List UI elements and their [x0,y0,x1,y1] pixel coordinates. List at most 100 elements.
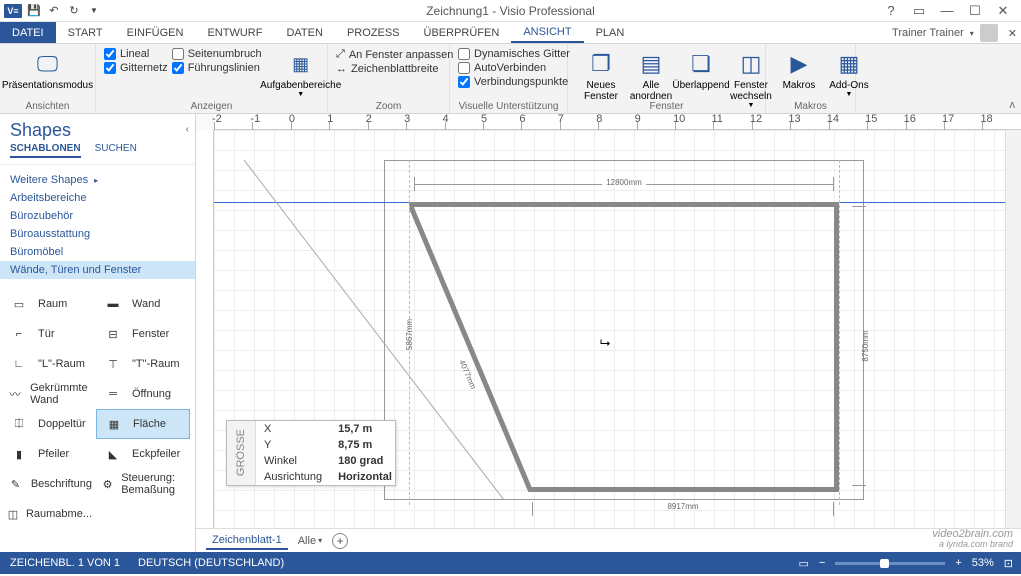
maximize-icon[interactable]: ☐ [965,3,985,19]
dynamic-grid-checkbox[interactable]: Dynamisches Gitter [458,48,570,60]
shape--t-raum[interactable]: ⊤"T"-Raum [96,349,190,379]
avatar[interactable] [980,24,998,42]
tab-start[interactable]: START [56,22,115,43]
macros-button[interactable]: ▶Makros [774,46,824,93]
ruler-checkbox[interactable]: Lineal [104,48,168,60]
watermark: video2brain.com a lynda.com brand [932,528,1013,550]
zoom-in-icon[interactable]: + [955,557,961,569]
user-name[interactable]: Trainer Trainer [892,27,964,39]
redo-icon[interactable]: ↻ [66,3,82,19]
collapse-ribbon-icon[interactable]: ʌ [1010,99,1016,111]
fullscreen-icon[interactable]: ▭ [798,557,808,570]
tab-view[interactable]: ANSICHT [511,22,583,43]
size-position-window[interactable]: GRÖSSE X15,7 m Y8,75 m Winkel180 grad Au… [226,420,396,486]
tab-plan[interactable]: PLAN [584,22,637,43]
add-sheet-button[interactable]: + [332,533,348,549]
group-views-label: Ansichten [0,101,95,112]
shape-label: Gekrümmte Wand [30,382,92,406]
arrange-icon: ▤ [635,48,667,80]
grid-checkbox[interactable]: Gitternetz [104,62,168,74]
shape-fenster[interactable]: ⊟Fenster [96,319,190,349]
shape--ffnung[interactable]: ═Öffnung [96,379,190,409]
category-item[interactable]: Bürozubehör [0,207,195,225]
new-window-button[interactable]: ❐Neues Fenster [576,46,626,104]
autoconnect-checkbox[interactable]: AutoVerbinden [458,62,570,74]
presentation-mode-button[interactable]: 🖵 Präsentationsmodus [8,46,87,93]
fit-window-button[interactable]: ⤢An Fenster anpassen [336,48,453,61]
zoom-out-icon[interactable]: − [819,557,825,569]
shape-eckpfeiler[interactable]: ◣Eckpfeiler [96,439,190,469]
shape-icon: ═ [100,384,126,404]
group-window-label: Fenster [568,101,765,112]
switch-icon: ◫ [735,48,767,80]
arrange-all-button[interactable]: ▤Alle anordnen [626,46,676,104]
cascade-button[interactable]: ❏Überlappend [676,46,726,93]
shape-wand[interactable]: ▬Wand [96,289,190,319]
shape-label: Eckpfeiler [132,448,180,460]
close-icon[interactable]: ✕ [993,3,1013,19]
shape--l-raum[interactable]: ∟"L"-Raum [2,349,96,379]
qat-dropdown-icon[interactable]: ▼ [86,3,102,19]
category-item[interactable]: Büroausstattung [0,225,195,243]
zoom-level[interactable]: 53% [972,557,994,569]
shape-raum[interactable]: ▭Raum [2,289,96,319]
shapes-collapse-icon[interactable]: ‹ [186,124,189,135]
taskpanes-button[interactable]: ▦ Aufgabenbereiche ▼ [266,46,336,100]
shape-gekr-mmte-wand[interactable]: 〰Gekrümmte Wand [2,379,96,409]
sheet-tab-1[interactable]: Zeichenblatt-1 [206,532,288,550]
shape-icon: ⊤ [100,354,126,374]
fit-page-icon[interactable]: ⊡ [1004,557,1013,570]
shape-label: Beschriftung [31,478,92,490]
shape-t-r[interactable]: ⌐Tür [2,319,96,349]
shape-beschriftung[interactable]: ✎Beschriftung [2,469,96,499]
pagebreaks-checkbox[interactable]: Seitenumbruch [172,48,262,60]
document-title: Zeichnung1 - Visio Professional [426,4,595,18]
undo-icon[interactable]: ↶ [46,3,62,19]
sheets-all-dropdown[interactable]: Alle▾ [298,535,322,547]
category-item-walls[interactable]: Wände, Türen und Fenster [0,261,195,279]
language-indicator[interactable]: DEUTSCH (DEUTSCHLAND) [138,557,284,569]
tab-data[interactable]: DATEN [274,22,334,43]
zoom-slider[interactable] [835,562,945,565]
group-zoom-label: Zoom [328,101,449,112]
drawing-canvas[interactable]: 12800mm 8750mm 8917mm 5867mm 4077mm ⮡ GR… [214,130,1005,528]
shape-steuerung-bema-ung[interactable]: ⚙Steuerung: Bemaßung [96,469,190,499]
dimension-bottom: 8917mm [532,502,834,516]
shape-pfeiler[interactable]: ▮Pfeiler [2,439,96,469]
shape-fl-che[interactable]: ▦Fläche [96,409,190,439]
page-width-button[interactable]: ↔Zeichenblattbreite [336,63,453,75]
connection-points-checkbox[interactable]: Verbindungspunkte [458,76,570,88]
shape-label: Raumabme... [26,508,92,520]
ribbon-tabs: DATEI START EINFÜGEN ENTWURF DATEN PROZE… [0,22,1021,44]
tab-design[interactable]: ENTWURF [195,22,274,43]
help-icon[interactable]: ? [881,3,901,19]
category-item[interactable]: Büromöbel [0,243,195,261]
close-doc-icon[interactable]: ✕ [1008,27,1017,40]
category-item[interactable]: Arbeitsbereiche [0,189,195,207]
tab-file[interactable]: DATEI [0,22,56,43]
minimize-icon[interactable]: — [937,3,957,19]
vertical-scrollbar[interactable] [1005,130,1021,528]
shape-label: Fläche [133,418,166,430]
shape-label: Doppeltür [38,418,86,430]
stencils-tab[interactable]: SCHABLONEN [10,143,81,158]
ribbon-options-icon[interactable]: ▭ [909,3,929,19]
sheet-tabs: Zeichenblatt-1 Alle▾ + [196,528,1021,552]
canvas-area: -2-10123456789101112131415161718 12800mm… [196,114,1021,552]
more-shapes-item[interactable]: Weitere Shapes▸ [0,171,195,189]
new-window-icon: ❐ [585,48,617,80]
shape-icon: ⎅ [6,414,32,434]
save-icon[interactable]: 💾 [26,3,42,19]
search-tab[interactable]: SUCHEN [95,143,137,158]
shape-icon: ▬ [100,294,126,314]
shape-label: Tür [38,328,55,340]
addons-button[interactable]: ▦Add-Ons▼ [824,46,874,100]
shape-doppelt-r[interactable]: ⎅ Doppeltür [2,409,96,439]
tab-insert[interactable]: EINFÜGEN [115,22,196,43]
tab-review[interactable]: ÜBERPRÜFEN [412,22,512,43]
shape-raumabme-[interactable]: ◫Raumabme... [2,499,96,529]
tab-process[interactable]: PROZESS [335,22,412,43]
page-indicator[interactable]: ZEICHENBL. 1 VON 1 [10,557,120,569]
guides-checkbox[interactable]: Führungslinien [172,62,262,74]
cascade-icon: ❏ [685,48,717,80]
